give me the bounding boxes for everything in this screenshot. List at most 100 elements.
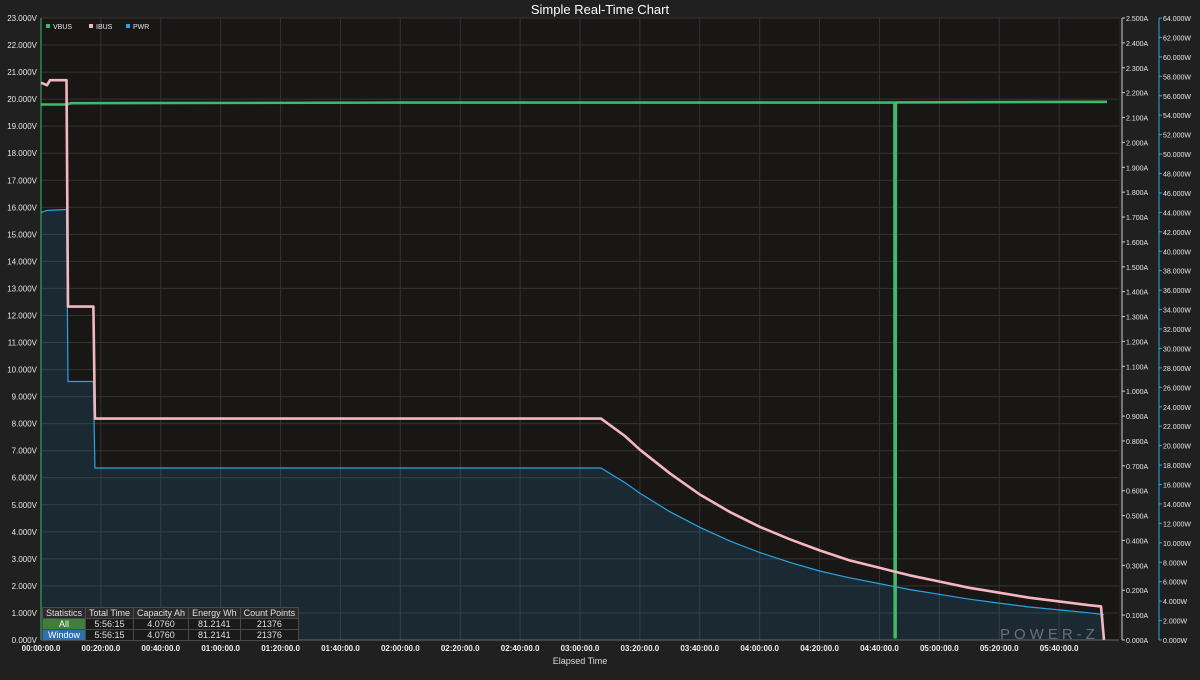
stats-row-label: Window (41, 629, 87, 641)
voltage-tick-label: 8.000V (12, 420, 38, 429)
x-tick-label: 04:40:00.0 (860, 644, 899, 653)
power-tick-label: 64.000W (1163, 16, 1191, 23)
stats-header-cell: Energy Wh (188, 607, 241, 619)
voltage-tick-label: 2.000V (12, 582, 38, 591)
current-tick-label: 1.100A (1126, 364, 1149, 371)
x-tick-label: 03:40:00.0 (680, 644, 719, 653)
stats-row-label: All (41, 618, 87, 630)
stats-header-cell: Statistics (41, 607, 87, 619)
voltage-tick-label: 18.000V (7, 149, 37, 158)
x-tick-label: 02:20:00.0 (441, 644, 480, 653)
voltage-tick-label: 13.000V (7, 284, 37, 293)
power-tick-label: 20.000W (1163, 444, 1191, 451)
power-tick-label: 40.000W (1163, 249, 1191, 256)
current-tick-label: 0.700A (1126, 464, 1149, 471)
stats-cell: 81.2141 (188, 629, 241, 641)
stats-header-cell: Capacity Ah (133, 607, 190, 619)
current-tick-label: 1.500A (1126, 265, 1149, 272)
current-tick-label: 0.600A (1126, 489, 1149, 496)
current-tick-label: 2.500A (1126, 16, 1149, 23)
legend[interactable]: VBUS IBUS PWR (46, 24, 149, 31)
current-tick-label: 1.800A (1126, 190, 1149, 197)
current-tick-label: 0.800A (1126, 439, 1149, 446)
stats-cell: 81.2141 (188, 618, 241, 630)
power-tick-label: 2.000W (1163, 619, 1188, 626)
x-tick-label: 01:00:00.0 (201, 644, 240, 653)
voltage-tick-label: 5.000V (12, 501, 38, 510)
voltage-tick-label: 22.000V (7, 41, 37, 50)
legend-label-pwr: PWR (133, 24, 149, 31)
power-tick-label: 56.000W (1163, 94, 1191, 101)
x-tick-label: 03:20:00.0 (621, 644, 660, 653)
power-tick-label: 48.000W (1163, 172, 1191, 179)
x-tick-label: 01:20:00.0 (261, 644, 300, 653)
x-tick-label: 02:40:00.0 (501, 644, 540, 653)
current-tick-label: 2.000A (1126, 140, 1149, 147)
x-tick-label: 00:00:00.0 (22, 644, 61, 653)
power-tick-label: 50.000W (1163, 152, 1191, 159)
current-tick-label: 1.300A (1126, 315, 1149, 322)
current-tick-label: 0.200A (1126, 588, 1149, 595)
power-tick-label: 28.000W (1163, 366, 1191, 373)
current-tick-label: 0.900A (1126, 414, 1149, 421)
stats-cell: 21376 (239, 618, 300, 630)
voltage-tick-label: 20.000V (7, 95, 37, 104)
voltage-tick-label: 4.000V (12, 528, 38, 537)
x-tick-label: 00:20:00.0 (82, 644, 121, 653)
power-tick-label: 10.000W (1163, 541, 1191, 548)
statistics-table: Statistics Total Time Capacity Ah Energy… (41, 607, 300, 641)
stats-row-window: Window 5:56:15 4.0760 81.2141 21376 (41, 629, 300, 641)
current-tick-label: 0.400A (1126, 538, 1149, 545)
power-tick-label: 30.000W (1163, 346, 1191, 353)
current-tick-label: 0.100A (1126, 613, 1149, 620)
power-tick-label: 26.000W (1163, 385, 1191, 392)
current-tick-label: 2.300A (1126, 66, 1149, 73)
power-tick-label: 44.000W (1163, 210, 1191, 217)
voltage-tick-label: 23.000V (7, 14, 37, 23)
stats-header-cell: Count Points (239, 607, 300, 619)
voltage-tick-label: 10.000V (7, 366, 37, 375)
power-tick-label: 0.000W (1163, 638, 1188, 645)
power-tick-label: 62.000W (1163, 35, 1191, 42)
power-tick-label: 8.000W (1163, 560, 1188, 567)
power-tick-label: 24.000W (1163, 405, 1191, 412)
x-tick-label: 03:00:00.0 (561, 644, 600, 653)
legend-label-vbus: VBUS (53, 24, 72, 31)
current-tick-label: 1.000A (1126, 389, 1149, 396)
x-tick-label: 02:00:00.0 (381, 644, 420, 653)
power-tick-label: 46.000W (1163, 191, 1191, 198)
stats-row-all: All 5:56:15 4.0760 81.2141 21376 (41, 618, 300, 630)
stats-cell: 4.0760 (133, 629, 190, 641)
current-tick-label: 2.400A (1126, 41, 1149, 48)
voltage-tick-label: 0.000V (12, 636, 38, 645)
current-tick-label: 1.700A (1126, 215, 1149, 222)
voltage-tick-label: 19.000V (7, 122, 37, 131)
current-tick-label: 2.200A (1126, 91, 1149, 98)
x-tick-label: 01:40:00.0 (321, 644, 360, 653)
voltage-tick-label: 12.000V (7, 311, 37, 320)
x-tick-label: 05:20:00.0 (980, 644, 1019, 653)
power-tick-label: 42.000W (1163, 230, 1191, 237)
voltage-tick-label: 17.000V (7, 176, 37, 185)
x-tick-label: 00:40:00.0 (141, 644, 180, 653)
x-tick-label: 05:40:00.0 (1040, 644, 1079, 653)
legend-swatch-pwr (126, 24, 130, 28)
stats-cell: 5:56:15 (85, 629, 135, 641)
brand-logo: POWER-Z (1000, 626, 1099, 643)
voltage-tick-label: 14.000V (7, 257, 37, 266)
current-tick-label: 1.400A (1126, 290, 1149, 297)
voltage-tick-label: 9.000V (12, 393, 38, 402)
power-tick-label: 54.000W (1163, 113, 1191, 120)
stats-cell: 4.0760 (133, 618, 190, 630)
stats-cell: 21376 (239, 629, 300, 641)
realtime-chart[interactable]: 00:00:00.0 00:20:00.0 00:40:00.0 01:00:00.0… (0, 0, 1200, 675)
voltage-tick-label: 1.000V (12, 609, 38, 618)
power-tick-label: 32.000W (1163, 327, 1191, 334)
x-tick-label: 04:20:00.0 (800, 644, 839, 653)
stats-header-cell: Total Time (85, 607, 135, 619)
legend-swatch-vbus (46, 24, 50, 28)
power-tick-label: 52.000W (1163, 133, 1191, 140)
power-tick-label: 38.000W (1163, 269, 1191, 276)
current-tick-label: 1.600A (1126, 240, 1149, 247)
x-tick-label: 05:00:00.0 (920, 644, 959, 653)
